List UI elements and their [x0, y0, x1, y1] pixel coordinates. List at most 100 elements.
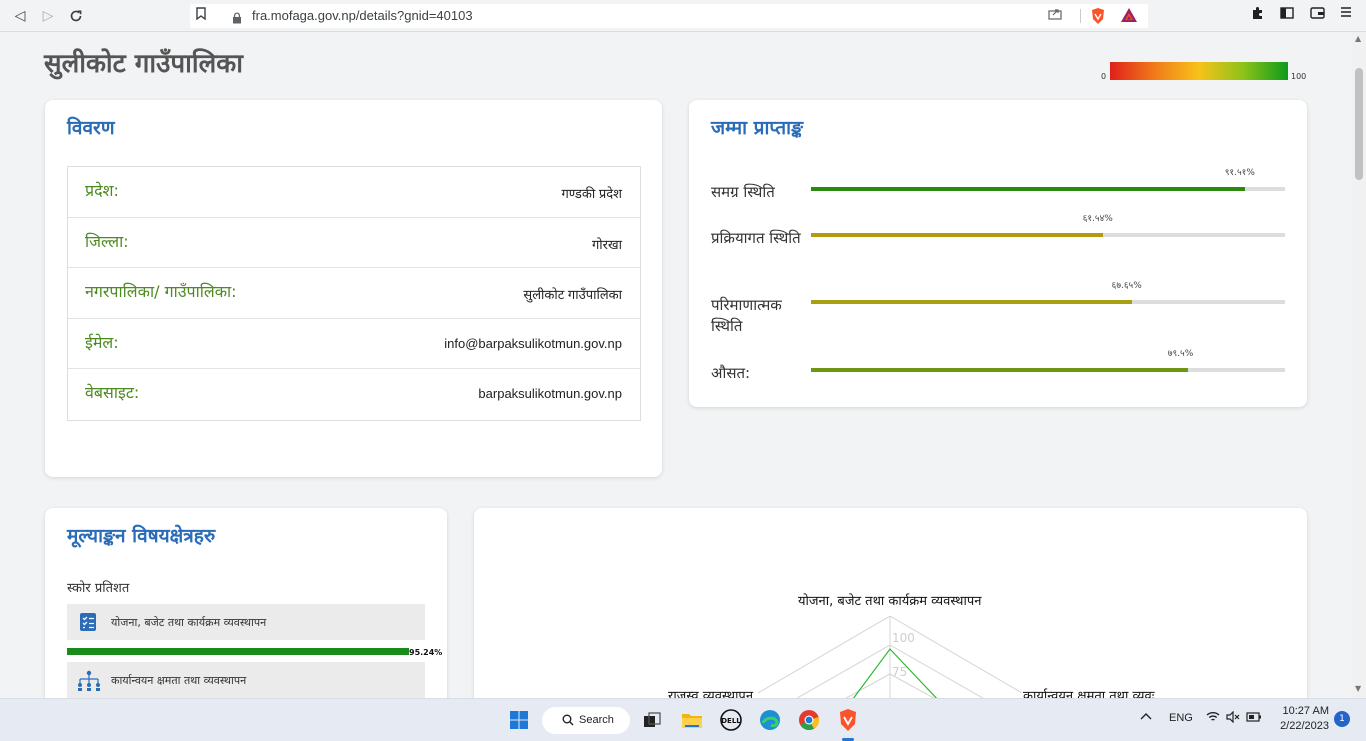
score-label: परिमाणात्मक स्थिति	[711, 296, 782, 335]
legend-max-label: 100	[1291, 72, 1307, 81]
svg-text:DELL: DELL	[721, 717, 741, 725]
divider	[1080, 9, 1081, 23]
search-label: Search	[579, 714, 614, 726]
score-fill-bar	[811, 233, 1103, 237]
detail-row-municipality: नगरपालिका/ गाउँपालिका: सुलीकोट गाउँपालिक…	[68, 268, 640, 319]
sector-name: कार्यान्वयन क्षमता तथा व्यवस्थापन	[111, 674, 247, 687]
email-link[interactable]: info@barpaksulikotmun.gov.np	[444, 336, 622, 351]
brave-shields-icon[interactable]	[1090, 7, 1106, 29]
windows-start-icon[interactable]	[507, 708, 531, 732]
address-bar[interactable]: fra.mofaga.gov.np/details?gnid=40103	[190, 4, 1148, 28]
radar-axis-label-top: योजना, बजेट तथा कार्यक्रम व्यवस्थापन	[798, 594, 982, 609]
score-percent: ९१.५१%	[1224, 168, 1255, 178]
clock-time: 10:27 AM	[1282, 705, 1329, 717]
org-chart-icon	[76, 670, 102, 696]
detail-row-website: वेबसाइट: barpaksulikotmun.gov.np	[68, 369, 640, 420]
file-explorer-icon[interactable]	[680, 708, 704, 732]
detail-value: गोरखा	[591, 236, 622, 252]
website-link[interactable]: barpaksulikotmun.gov.np	[478, 386, 622, 401]
clock-date: 2/22/2023	[1280, 720, 1329, 732]
sectors-subtitle: स्कोर प्रतिशत	[67, 581, 130, 596]
task-view-icon[interactable]	[640, 708, 664, 732]
detail-value: गण्डकी प्रदेश	[561, 186, 622, 201]
wifi-icon[interactable]	[1206, 711, 1220, 726]
notification-badge[interactable]: 1	[1334, 711, 1350, 727]
radar-axis-label-left: राजस्व व्यवस्थापन	[668, 689, 754, 698]
bookmark-icon[interactable]	[196, 7, 206, 24]
radar-chart-card: 100 75 50 योजना, बजेट तथा कार्यक्रम व्यव…	[474, 508, 1307, 698]
score-fill-bar	[811, 368, 1188, 372]
detail-row-email: ईमेल: info@barpaksulikotmun.gov.np	[68, 319, 640, 370]
edge-browser-icon[interactable]	[758, 708, 782, 732]
radar-axis-label-right: कार्यान्वयन क्षमता तथा व्यवः	[1023, 689, 1155, 698]
url-text[interactable]: fra.mofaga.gov.np/details?gnid=40103	[252, 8, 473, 23]
detail-label: जिल्ला:	[85, 231, 129, 251]
reload-icon[interactable]	[66, 6, 86, 26]
scrollbar-thumb[interactable]	[1355, 68, 1363, 180]
browser-toolbar: ◁ ▷ fra.mofaga.gov.np/details?gnid=40103	[0, 0, 1366, 32]
checklist-icon	[79, 612, 97, 636]
detail-label: प्रदेश:	[85, 181, 119, 200]
details-table: प्रदेश: गण्डकी प्रदेश जिल्ला: गोरखा नगरप…	[67, 166, 641, 421]
score-track	[811, 233, 1285, 237]
show-hidden-icons-icon[interactable]	[1140, 711, 1152, 724]
taskbar: Search DELL ENG 10:27 AM 2/22/2023 1	[0, 698, 1366, 741]
details-title: विवरण	[67, 117, 115, 139]
score-percent: ६१.५४%	[1082, 214, 1113, 224]
lock-icon[interactable]	[232, 9, 242, 24]
search-icon	[562, 714, 574, 729]
score-track	[811, 300, 1285, 304]
radar-tick-label: 75	[892, 665, 907, 679]
scroll-up-icon[interactable]: ▲	[1355, 34, 1361, 43]
brave-rewards-icon[interactable]	[1120, 7, 1138, 27]
sector-percent: 95.24%	[409, 648, 443, 657]
share-icon[interactable]	[1048, 7, 1062, 24]
dell-icon[interactable]: DELL	[719, 708, 743, 732]
score-fill-bar	[811, 187, 1245, 191]
detail-label: ईमेल:	[85, 332, 119, 352]
total-score-title: जम्मा प्राप्ताङ्क	[711, 117, 804, 139]
sector-score-bar	[67, 648, 409, 655]
page-scrollbar[interactable]: ▲ ▼	[1352, 32, 1366, 698]
score-label: प्रक्रियागत स्थिति	[711, 229, 801, 247]
score-percent: ६७.६५%	[1111, 281, 1142, 291]
scroll-down-icon[interactable]: ▼	[1355, 684, 1361, 693]
detail-label: नगरपालिका/ गाउँपालिका:	[85, 282, 237, 302]
detail-row-province: प्रदेश: गण्डकी प्रदेश	[68, 167, 640, 218]
menu-icon[interactable]	[1340, 6, 1352, 22]
score-label: औसत:	[711, 364, 751, 382]
input-language[interactable]: ENG	[1169, 712, 1193, 724]
battery-icon[interactable]	[1246, 712, 1262, 725]
legend-min-label: 0	[1101, 72, 1107, 81]
score-track	[811, 187, 1285, 191]
sector-item-implementation[interactable]: कार्यान्वयन क्षमता तथा व्यवस्थापन	[67, 662, 425, 698]
detail-row-district: जिल्ला: गोरखा	[68, 218, 640, 269]
score-label: समग्र स्थिति	[711, 183, 775, 201]
score-color-legend	[1110, 62, 1288, 80]
radar-tick-label: 100	[892, 631, 915, 645]
back-icon[interactable]: ◁	[10, 6, 30, 26]
wallet-icon[interactable]	[1310, 6, 1325, 24]
sectors-title: मूल्याङ्कन विषयक्षेत्रहरु	[67, 525, 216, 547]
details-card: विवरण प्रदेश: गण्डकी प्रदेश जिल्ला: गोरख…	[45, 100, 662, 477]
page-viewport: सुलीकोट गाउँपालिका 0 100 विवरण प्रदेश: ग…	[0, 32, 1352, 698]
score-track	[811, 368, 1285, 372]
sector-name: योजना, बजेट तथा कार्यक्रम व्यवस्थापन	[111, 616, 267, 629]
chrome-browser-icon[interactable]	[797, 708, 821, 732]
sectors-card: मूल्याङ्कन विषयक्षेत्रहरु स्कोर प्रतिशत …	[45, 508, 447, 698]
extensions-icon[interactable]	[1250, 6, 1264, 24]
system-clock[interactable]: 10:27 AM 2/22/2023	[1277, 704, 1329, 734]
brave-browser-icon[interactable]	[836, 708, 860, 732]
volume-muted-icon[interactable]	[1226, 710, 1240, 726]
score-percent: ७९.५%	[1167, 349, 1194, 359]
detail-label: वेबसाइट:	[85, 383, 140, 403]
forward-icon[interactable]: ▷	[38, 6, 58, 26]
total-score-card: जम्मा प्राप्ताङ्क समग्र स्थिति ९१.५१% प्…	[689, 100, 1307, 407]
page-title: सुलीकोट गाउँपालिका	[44, 49, 243, 79]
sidebar-icon[interactable]	[1280, 6, 1294, 24]
taskbar-search[interactable]: Search	[542, 707, 630, 734]
score-fill-bar	[811, 300, 1132, 304]
sector-item-planning[interactable]: योजना, बजेट तथा कार्यक्रम व्यवस्थापन	[67, 604, 425, 640]
detail-value: सुलीकोट गाउँपालिका	[523, 287, 622, 303]
radar-grid	[757, 615, 1023, 698]
